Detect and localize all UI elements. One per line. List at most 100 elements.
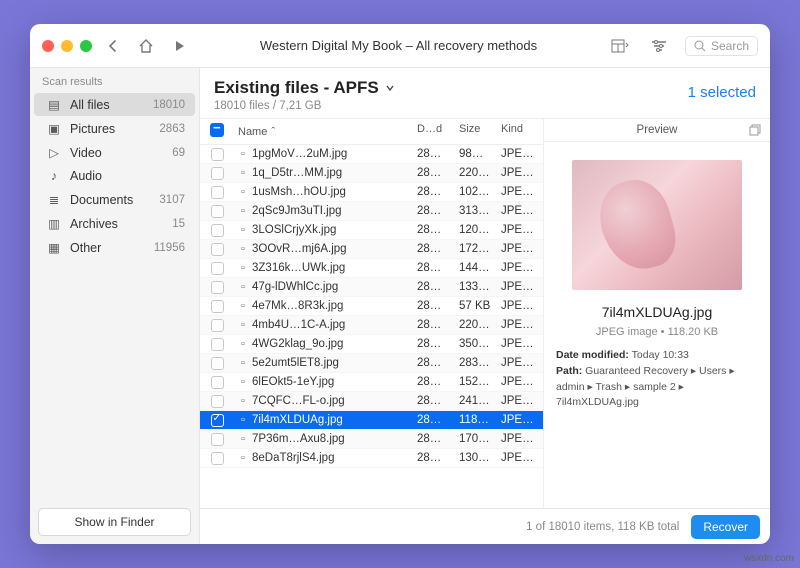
table-row[interactable]: ▫1pgMoV…2uM.jpg28…98…JPE…	[200, 145, 543, 164]
preview-meta: JPEG image • 118.20 KB	[544, 326, 770, 338]
title-chevron-icon[interactable]	[385, 83, 395, 93]
file-size: 313…	[459, 205, 501, 217]
selection-count: 1 selected	[688, 78, 756, 101]
table-row[interactable]: ▫7P36m…Axu8.jpg28…170…JPE…	[200, 430, 543, 449]
row-checkbox[interactable]	[211, 376, 224, 389]
table-row[interactable]: ▫3OOvR…mj6A.jpg28…172…JPE…	[200, 240, 543, 259]
window-controls	[42, 40, 92, 52]
category-icon: ♪	[46, 169, 62, 183]
sidebar: Scan results ▤All files18010▣Pictures286…	[30, 68, 200, 544]
file-size: 170…	[459, 433, 501, 445]
sidebar-item-count: 2863	[159, 123, 185, 135]
table-row[interactable]: ▫7CQFC…FL-o.jpg28…241…JPE…	[200, 392, 543, 411]
row-checkbox[interactable]	[211, 262, 224, 275]
sidebar-item-audio[interactable]: ♪ Audio	[34, 165, 195, 187]
file-icon: ▫	[234, 433, 252, 445]
file-date: 28…	[417, 338, 459, 350]
sidebar-item-count: 18010	[153, 99, 185, 111]
row-checkbox[interactable]	[211, 186, 224, 199]
row-checkbox[interactable]	[211, 452, 224, 465]
sidebar-item-count: 69	[172, 147, 185, 159]
table-row[interactable]: ▫4WG2klag_9o.jpg28…350…JPE…	[200, 335, 543, 354]
file-icon: ▫	[234, 395, 252, 407]
category-icon: ▣	[46, 121, 62, 136]
row-checkbox[interactable]	[211, 224, 224, 237]
file-name: 1usMsh…hOU.jpg	[252, 186, 417, 198]
show-in-finder-button[interactable]: Show in Finder	[38, 508, 191, 536]
table-row[interactable]: ▫1usMsh…hOU.jpg28…102…JPE…	[200, 183, 543, 202]
file-date: 28…	[417, 281, 459, 293]
row-checkbox[interactable]	[211, 433, 224, 446]
recover-button[interactable]: Recover	[691, 515, 760, 539]
file-size: 172…	[459, 243, 501, 255]
file-name: 4e7Mk…8R3k.jpg	[252, 300, 417, 312]
row-checkbox[interactable]	[211, 281, 224, 294]
file-icon: ▫	[234, 357, 252, 369]
file-kind: JPE…	[501, 395, 543, 407]
file-date: 28…	[417, 205, 459, 217]
table-row[interactable]: ▫8eDaT8rjlS4.jpg28…130…JPE…	[200, 449, 543, 468]
table-row[interactable]: ▫3Z316k…UWk.jpg28…144…JPE…	[200, 259, 543, 278]
footer: 1 of 18010 items, 118 KB total Recover	[200, 508, 770, 544]
row-checkbox[interactable]	[211, 414, 224, 427]
app-window: Western Digital My Book – All recovery m…	[30, 24, 770, 544]
play-button[interactable]	[168, 39, 190, 53]
row-checkbox[interactable]	[211, 205, 224, 218]
file-date: 28…	[417, 433, 459, 445]
table-row[interactable]: ▫4e7Mk…8R3k.jpg28…57 KBJPE…	[200, 297, 543, 316]
file-name: 8eDaT8rjlS4.jpg	[252, 452, 417, 464]
sidebar-item-video[interactable]: ▷Video69	[34, 141, 195, 164]
file-icon: ▫	[234, 281, 252, 293]
file-date: 28…	[417, 148, 459, 160]
view-options-button[interactable]	[607, 39, 633, 53]
titlebar: Western Digital My Book – All recovery m…	[30, 24, 770, 68]
row-checkbox[interactable]	[211, 300, 224, 313]
table-row[interactable]: ▫1q_D5tr…MM.jpg28…220…JPE…	[200, 164, 543, 183]
file-icon: ▫	[234, 376, 252, 388]
table-row[interactable]: ▫47g-lDWhlCc.jpg28…133…JPE…	[200, 278, 543, 297]
file-name: 2qSc9Jm3uTI.jpg	[252, 205, 417, 217]
window-title: Western Digital My Book – All recovery m…	[200, 38, 597, 53]
copy-preview-button[interactable]	[749, 124, 762, 137]
sidebar-header: Scan results	[30, 68, 199, 92]
minimize-window-button[interactable]	[61, 40, 73, 52]
sidebar-item-documents[interactable]: ≣Documents3107	[34, 188, 195, 211]
table-row[interactable]: ▫3LOSlCrjyXk.jpg28…120…JPE…	[200, 221, 543, 240]
table-row[interactable]: ▫4mb4U…1C-A.jpg28…220…JPE…	[200, 316, 543, 335]
row-checkbox[interactable]	[211, 148, 224, 161]
file-size: 120…	[459, 224, 501, 236]
row-checkbox[interactable]	[211, 243, 224, 256]
sidebar-item-pictures[interactable]: ▣Pictures2863	[34, 117, 195, 140]
table-row[interactable]: ▫7il4mXLDUAg.jpg28…118…JPE…	[200, 411, 543, 430]
row-checkbox[interactable]	[211, 357, 224, 370]
select-all-checkbox[interactable]	[210, 123, 224, 137]
sidebar-item-all-files[interactable]: ▤All files18010	[34, 93, 195, 116]
file-name: 1q_D5tr…MM.jpg	[252, 167, 417, 179]
row-checkbox[interactable]	[211, 395, 224, 408]
row-checkbox[interactable]	[211, 167, 224, 180]
column-size[interactable]: Size	[459, 123, 501, 140]
back-button[interactable]	[102, 39, 124, 53]
search-input[interactable]: Search	[685, 36, 758, 56]
file-name: 7CQFC…FL-o.jpg	[252, 395, 417, 407]
sidebar-item-label: Audio	[70, 169, 102, 183]
column-kind[interactable]: Kind	[501, 123, 543, 140]
column-date[interactable]: D…d	[417, 123, 459, 140]
filter-button[interactable]	[647, 39, 671, 53]
table-row[interactable]: ▫2qSc9Jm3uTI.jpg28…313…JPE…	[200, 202, 543, 221]
row-checkbox[interactable]	[211, 338, 224, 351]
column-name[interactable]: Name ˆ	[234, 123, 417, 140]
file-name: 5e2umt5lET8.jpg	[252, 357, 417, 369]
maximize-window-button[interactable]	[80, 40, 92, 52]
home-button[interactable]	[134, 38, 158, 54]
file-name: 4WG2klag_9o.jpg	[252, 338, 417, 350]
sidebar-item-archives[interactable]: ▥Archives15	[34, 212, 195, 235]
file-date: 28…	[417, 224, 459, 236]
file-kind: JPE…	[501, 376, 543, 388]
sidebar-item-other[interactable]: ▦Other11956	[34, 236, 195, 259]
table-row[interactable]: ▫5e2umt5lET8.jpg28…283…JPE…	[200, 354, 543, 373]
table-row[interactable]: ▫6lEOkt5-1eY.jpg28…152…JPE…	[200, 373, 543, 392]
row-checkbox[interactable]	[211, 319, 224, 332]
file-date: 28…	[417, 262, 459, 274]
close-window-button[interactable]	[42, 40, 54, 52]
